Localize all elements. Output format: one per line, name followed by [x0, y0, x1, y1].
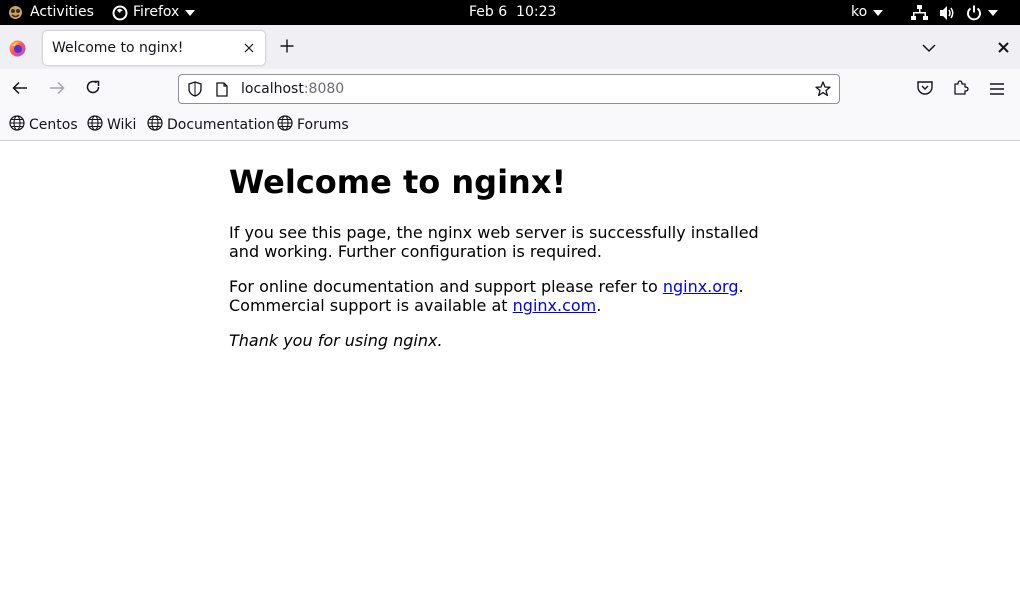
reload-button[interactable]: [84, 80, 102, 98]
gnome-logo-icon: [8, 5, 23, 20]
new-tab-button[interactable]: [278, 38, 296, 56]
bookmark-centos[interactable]: Centos: [9, 109, 78, 141]
url-bar[interactable]: localhost:8080: [178, 74, 840, 104]
globe-icon: [9, 115, 29, 135]
tab-strip: Welcome to nginx!: [0, 25, 1020, 69]
globe-icon: [277, 115, 297, 135]
app-name-label: Firefox: [133, 4, 180, 20]
bookmark-label: Documentation: [167, 117, 275, 133]
list-all-tabs-button[interactable]: [920, 38, 938, 56]
input-method-label: ko: [851, 4, 868, 20]
gnome-top-bar: Activities Firefox Feb 6 10:23 ko: [0, 0, 1020, 25]
bookmark-label: Forums: [297, 117, 349, 133]
bookmark-forums[interactable]: Forums: [277, 109, 349, 141]
chevron-down-icon: [988, 9, 998, 16]
bookmark-label: Centos: [29, 117, 78, 133]
url-text[interactable]: localhost:8080: [241, 75, 344, 103]
thanks-paragraph: Thank you for using nginx.: [229, 331, 789, 350]
chevron-down-icon: [873, 9, 884, 16]
support-text-2: Commercial support is available at: [229, 296, 513, 315]
support-period-1: .: [738, 277, 744, 296]
globe-icon: [147, 115, 167, 135]
support-period-2: .: [596, 296, 602, 315]
clock[interactable]: Feb 6 10:23: [469, 0, 556, 25]
thanks-text: Thank you for using nginx.: [229, 331, 443, 350]
pocket-icon: [917, 80, 933, 99]
tab-title: Welcome to nginx!: [52, 40, 184, 56]
bookmarks-toolbar: Centos Wiki Documentation Forums: [0, 109, 1020, 141]
power-icon: [966, 5, 982, 21]
firefox-view-icon[interactable]: [8, 39, 26, 57]
network-wired-icon: [911, 4, 928, 21]
bookmark-star-icon[interactable]: [815, 81, 831, 97]
chevron-down-icon: [185, 9, 196, 16]
tab-welcome-to-nginx[interactable]: Welcome to nginx!: [43, 31, 265, 65]
pocket-button[interactable]: [916, 80, 934, 98]
arrow-right-icon: [49, 80, 65, 99]
navigation-toolbar: localhost:8080: [0, 69, 1020, 109]
chevron-down-icon: [922, 38, 936, 57]
url-port: :8080: [303, 81, 345, 97]
page-content: Welcome to nginx! If you see this page, …: [0, 142, 1020, 598]
datetime-label: Feb 6 10:23: [469, 4, 557, 20]
activities-button[interactable]: Activities: [8, 0, 94, 25]
page-heading: Welcome to nginx!: [229, 163, 567, 201]
system-menu[interactable]: [911, 0, 998, 25]
support-paragraph: For online documentation and support ple…: [229, 277, 789, 315]
bookmark-documentation[interactable]: Documentation: [147, 109, 275, 141]
nginx-com-link[interactable]: nginx.com: [513, 296, 597, 315]
extensions-button[interactable]: [952, 80, 970, 98]
back-button[interactable]: [11, 80, 29, 98]
volume-icon: [939, 5, 956, 21]
globe-icon: [87, 115, 107, 135]
tracking-protection-shield-icon[interactable]: [187, 81, 203, 97]
app-menu-button[interactable]: [988, 80, 1006, 98]
plus-icon: [280, 38, 294, 57]
url-host: localhost: [241, 81, 304, 97]
bookmark-label: Wiki: [107, 117, 137, 133]
puzzle-icon: [953, 79, 969, 99]
hamburger-menu-icon: [990, 80, 1004, 99]
close-tab-icon[interactable]: [241, 40, 257, 56]
arrow-left-icon: [12, 80, 28, 99]
input-method-menu[interactable]: ko: [851, 0, 884, 25]
close-window-button[interactable]: [994, 38, 1012, 56]
forward-button[interactable]: [48, 80, 66, 98]
bookmark-wiki[interactable]: Wiki: [87, 109, 136, 141]
firefox-app-icon: [112, 5, 128, 21]
nginx-org-link[interactable]: nginx.org: [663, 277, 739, 296]
reload-icon: [85, 79, 101, 99]
intro-paragraph: If you see this page, the nginx web serv…: [229, 223, 759, 261]
page-info-icon[interactable]: [214, 81, 230, 97]
app-menu-firefox[interactable]: Firefox: [112, 0, 196, 25]
close-icon: [997, 38, 1009, 57]
activities-label: Activities: [30, 4, 94, 20]
support-text-1: For online documentation and support ple…: [229, 277, 663, 296]
